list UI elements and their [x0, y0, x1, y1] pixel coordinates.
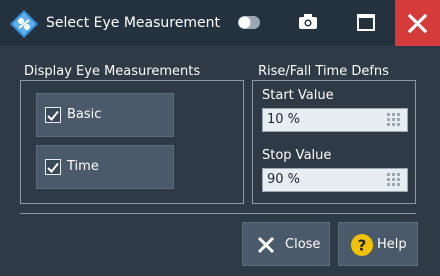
keypad-icon[interactable]	[387, 113, 401, 127]
close-icon	[407, 13, 428, 34]
close-button[interactable]: Close	[242, 222, 330, 266]
stop-value-label: Stop Value	[262, 148, 332, 163]
help-button[interactable]: ? Help	[338, 222, 418, 266]
svg-text:?: ?	[358, 237, 367, 255]
start-value-label: Start Value	[262, 88, 334, 103]
basic-checkbox[interactable]: Basic	[36, 93, 174, 137]
basic-label: Basic	[67, 107, 102, 122]
checkmark-icon	[47, 162, 59, 173]
close-button-label: Close	[285, 237, 321, 252]
time-checkbox[interactable]: Time	[36, 145, 174, 189]
start-value-text: 10 %	[267, 112, 301, 127]
toggle-icon	[238, 16, 260, 29]
stop-value-text: 90 %	[267, 172, 301, 187]
toggle-button[interactable]	[232, 0, 268, 46]
checkmark-icon	[47, 110, 59, 121]
screenshot-button[interactable]	[290, 0, 326, 46]
camera-icon	[299, 14, 317, 29]
time-label: Time	[67, 159, 99, 174]
question-icon: ?	[351, 234, 373, 256]
window-title: Select Eye Measurement	[46, 15, 220, 31]
title-bar[interactable]: Select Eye Measurement	[0, 0, 440, 46]
rise-fall-time-title: Rise/Fall Time Defns	[255, 64, 392, 80]
start-value-field[interactable]: 10 %	[262, 108, 408, 132]
rs-logo-icon	[10, 10, 38, 38]
window-close-button[interactable]	[395, 0, 440, 46]
checkbox-icon	[45, 107, 61, 123]
display-eye-measurements-title: Display Eye Measurements	[21, 64, 204, 80]
maximize-icon	[357, 14, 375, 31]
stop-value-field[interactable]: 90 %	[262, 168, 408, 192]
help-button-label: Help	[377, 237, 407, 252]
keypad-icon[interactable]	[387, 173, 401, 187]
divider	[20, 213, 416, 214]
x-icon	[257, 236, 275, 254]
maximize-button[interactable]	[343, 0, 389, 46]
checkbox-icon	[45, 159, 61, 175]
